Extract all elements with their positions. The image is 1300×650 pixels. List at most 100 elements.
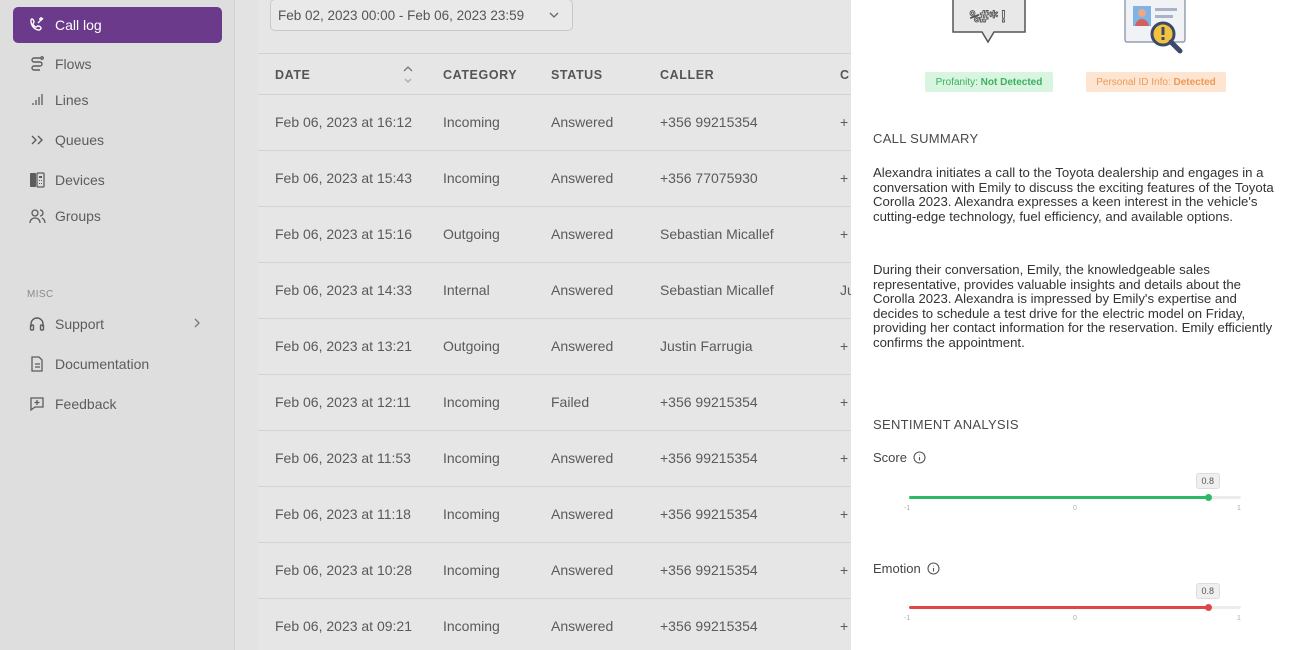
sidebar-item-label: Groups <box>55 208 101 224</box>
row-caller: +356 99215354 <box>660 506 758 522</box>
row-category: Incoming <box>443 450 500 466</box>
sidebar-item-lines[interactable]: Lines <box>13 82 222 118</box>
row-status: Answered <box>551 338 614 354</box>
profanity-badge-value: Not Detected <box>980 76 1043 88</box>
row-caller: +356 77075930 <box>660 170 758 186</box>
row-date: Feb 06, 2023 at 13:21 <box>275 338 412 354</box>
call-details-panel: %#*! Profanity: Not Detected Personal ID… <box>851 0 1300 650</box>
row-date: Feb 06, 2023 at 11:18 <box>275 506 411 522</box>
table-row[interactable]: Feb 06, 2023 at 14:33 Internal Answered Seb… <box>258 263 858 319</box>
table-row[interactable]: Feb 06, 2023 at 15:16 Outgoing Answered Seb… <box>258 207 858 263</box>
personal-id-icon <box>1124 0 1186 54</box>
call-log-table: DATE CATEGORY STATUS CALLER C Feb 06, 20… <box>258 53 858 650</box>
sidebar-item-call-log[interactable]: Call log <box>13 7 222 43</box>
call-log-main: Feb 02, 2023 00:00 - Feb 06, 2023 23:59 … <box>258 0 858 650</box>
row-date: Feb 06, 2023 at 15:16 <box>275 226 412 242</box>
row-status: Answered <box>551 226 614 242</box>
call-summary-title: CALL SUMMARY <box>873 131 979 146</box>
table-row[interactable]: Feb 06, 2023 at 10:28 Incoming Answered +35… <box>258 543 858 599</box>
call-summary-paragraph-2: During their conversation, Emily, the kn… <box>873 262 1273 350</box>
table-row[interactable]: Feb 06, 2023 at 11:18 Incoming Answered +35… <box>258 487 858 543</box>
score-max-tick: 1 <box>1237 505 1241 512</box>
row-truncated-cell: + <box>840 338 849 354</box>
column-header-truncated[interactable]: C <box>840 68 850 82</box>
sidebar-item-queues[interactable]: Queues <box>13 122 222 158</box>
row-status: Answered <box>551 450 614 466</box>
row-caller: +356 99215354 <box>660 114 758 130</box>
emotion-min-tick: -1 <box>904 615 911 622</box>
row-date: Feb 06, 2023 at 12:11 <box>275 394 411 410</box>
sidebar-item-devices[interactable]: Devices <box>13 162 222 198</box>
table-row[interactable]: Feb 06, 2023 at 11:53 Incoming Answered +35… <box>258 431 858 487</box>
table-row[interactable]: Feb 06, 2023 at 15:43 Incoming Answered +35… <box>258 151 858 207</box>
call-summary-paragraph-1: Alexandra initiates a call to the Toyota… <box>873 165 1274 224</box>
table-row[interactable]: Feb 06, 2023 at 13:21 Outgoing Answered Jus… <box>258 319 858 375</box>
row-category: Internal <box>443 282 490 298</box>
row-status: Answered <box>551 618 614 634</box>
profanity-speech-bubble-icon: %#*! <box>952 0 1026 44</box>
score-label: Score <box>873 450 926 465</box>
column-header-category[interactable]: CATEGORY <box>443 68 517 82</box>
sidebar-item-flows[interactable]: Flows <box>13 46 222 82</box>
row-date: Feb 06, 2023 at 14:33 <box>275 282 412 298</box>
sidebar-item-label: Queues <box>55 132 105 148</box>
column-header-caller[interactable]: CALLER <box>660 68 714 82</box>
row-caller: +356 99215354 <box>660 450 758 466</box>
row-status: Failed <box>551 394 590 410</box>
row-truncated-cell: + <box>840 450 849 466</box>
score-slider: 0.8 -1 0 1 <box>904 473 1241 513</box>
sidebar-item-label: Flows <box>55 56 92 72</box>
sidebar: Call log Flows Lines Queues Devices Grou… <box>0 0 235 650</box>
row-category: Incoming <box>443 394 500 410</box>
devices-icon <box>28 171 46 189</box>
info-icon[interactable] <box>913 451 926 464</box>
row-date: Feb 06, 2023 at 11:53 <box>275 450 411 466</box>
sidebar-item-support[interactable]: Support <box>13 306 222 342</box>
sidebar-item-label: Support <box>55 316 105 332</box>
row-caller: +356 99215354 <box>660 562 758 578</box>
table-row[interactable]: Feb 06, 2023 at 16:12 Incoming Answered +35… <box>258 95 858 151</box>
sidebar-item-label: Devices <box>55 172 105 188</box>
sidebar-item-label: Feedback <box>55 396 117 412</box>
score-mid-tick: 0 <box>1073 505 1077 512</box>
lines-icon <box>28 91 46 109</box>
date-range-select[interactable]: Feb 02, 2023 00:00 - Feb 06, 2023 23:59 <box>270 0 573 31</box>
profanity-badge-label: Profanity: <box>935 76 978 88</box>
queues-icon <box>28 131 46 149</box>
row-date: Feb 06, 2023 at 15:43 <box>275 170 412 186</box>
row-caller: Sebastian Micallef <box>660 282 774 298</box>
column-header-date[interactable]: DATE <box>275 68 311 82</box>
row-caller: Justin Farrugia <box>660 338 753 354</box>
date-range-value: Feb 02, 2023 00:00 - Feb 06, 2023 23:59 <box>278 7 525 23</box>
feedback-icon <box>28 395 46 413</box>
sidebar-item-groups[interactable]: Groups <box>13 198 222 234</box>
sidebar-item-feedback[interactable]: Feedback <box>13 386 222 422</box>
row-category: Incoming <box>443 562 500 578</box>
score-slider-knob <box>1204 494 1212 501</box>
groups-icon <box>28 207 46 225</box>
sort-icon[interactable] <box>402 64 414 86</box>
row-truncated-cell: + <box>840 170 849 186</box>
sidebar-item-documentation[interactable]: Documentation <box>13 346 222 382</box>
sentiment-analysis-title: SENTIMENT ANALYSIS <box>873 417 1019 432</box>
info-icon[interactable] <box>927 562 940 575</box>
personal-id-badge: Personal ID Info: Detected <box>1086 72 1226 92</box>
row-category: Outgoing <box>443 338 500 354</box>
row-truncated-cell: + <box>840 506 849 522</box>
score-min-tick: -1 <box>904 505 911 512</box>
row-category: Incoming <box>443 114 500 130</box>
chevron-down-icon <box>549 12 559 18</box>
row-truncated-cell: + <box>840 226 849 242</box>
row-date: Feb 06, 2023 at 09:21 <box>275 618 412 634</box>
column-header-status[interactable]: STATUS <box>551 68 603 82</box>
emotion-value-bubble: 0.8 <box>1195 583 1220 599</box>
table-row[interactable]: Feb 06, 2023 at 09:21 Incoming Answered +35… <box>258 599 858 650</box>
emotion-slider-fill <box>909 606 1208 609</box>
emotion-label: Emotion <box>873 561 940 576</box>
row-status: Answered <box>551 114 614 130</box>
row-truncated-cell: + <box>840 618 849 634</box>
table-row[interactable]: Feb 06, 2023 at 12:11 Incoming Failed +356 … <box>258 375 858 431</box>
row-category: Incoming <box>443 618 500 634</box>
emotion-max-tick: 1 <box>1237 615 1241 622</box>
emotion-label-text: Emotion <box>873 561 921 576</box>
